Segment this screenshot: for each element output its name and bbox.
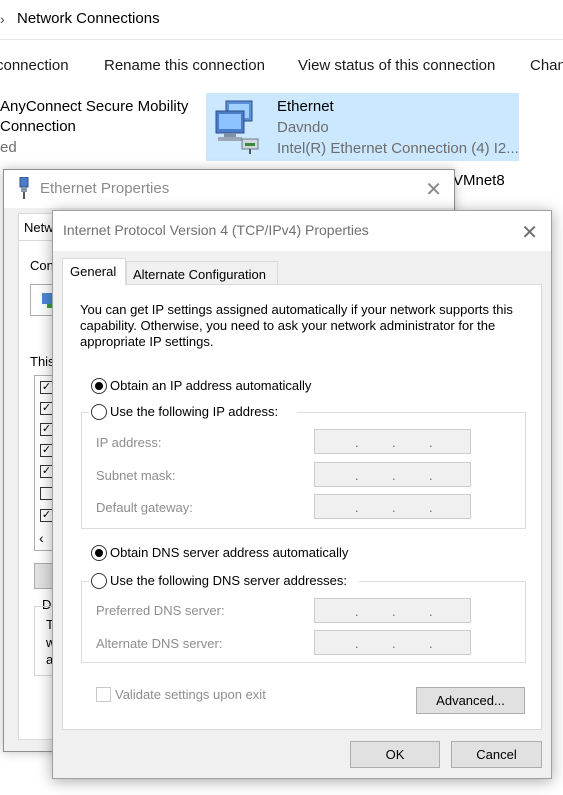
breadcrumb-title[interactable]: Network Connections — [17, 10, 160, 27]
default-gateway-field[interactable]: ... — [314, 494, 471, 519]
intro-text: You can get IP settings assigned automat… — [80, 302, 513, 349]
use-following-ip-label[interactable]: Use the following IP address: — [110, 404, 278, 419]
ethernet-adapter-icon — [19, 177, 29, 199]
network-computers-icon — [215, 100, 259, 154]
ok-button[interactable]: OK — [350, 741, 440, 768]
alternate-dns-field[interactable]: ... — [314, 630, 471, 655]
close-icon[interactable]: ✕ — [521, 220, 538, 245]
radio-selected-dot — [95, 382, 103, 390]
ethernet-device: Intel(R) Ethernet Connection (4) I2... — [277, 140, 519, 157]
default-gateway-label: Default gateway: — [96, 500, 193, 515]
alternate-dns-label: Alternate DNS server: — [96, 636, 223, 651]
breadcrumb: › Network Connections — [0, 0, 563, 40]
use-following-ip-radio[interactable] — [91, 404, 107, 420]
ethernet-name: Ethernet — [277, 98, 334, 115]
cmd-change-settings[interactable]: Chan — [530, 57, 563, 74]
obtain-dns-auto-radio[interactable] — [91, 545, 107, 561]
ipv4-dialog-title: Internet Protocol Version 4 (TCP/IPv4) P… — [63, 222, 369, 238]
ethernet-connection-tile[interactable]: Ethernet Davndo Intel(R) Ethernet Connec… — [206, 93, 519, 161]
ipv4-dialog-titlebar[interactable]: Internet Protocol Version 4 (TCP/IPv4) P… — [53, 211, 551, 251]
radio-selected-dot — [95, 549, 103, 557]
cmd-connection[interactable]: connection — [0, 57, 69, 74]
tab-networking-label: Netw — [24, 220, 54, 235]
ipv4-properties-dialog: Internet Protocol Version 4 (TCP/IPv4) P… — [52, 210, 552, 779]
anyconnect-status: ed — [0, 139, 17, 156]
ip-address-field[interactable]: ... — [314, 429, 471, 454]
ip-address-label: IP address: — [96, 435, 162, 450]
use-following-dns-radio[interactable] — [91, 573, 107, 589]
items-list-label: This — [30, 354, 55, 369]
anyconnect-subtitle: Connection — [0, 118, 76, 135]
tab-alternate-label: Alternate Configuration — [133, 267, 266, 282]
ethernet-properties-titlebar[interactable]: Ethernet Properties ✕ — [4, 170, 454, 208]
cmd-view-status[interactable]: View status of this connection — [298, 57, 495, 74]
obtain-dns-auto-label[interactable]: Obtain DNS server address automatically — [110, 545, 348, 560]
preferred-dns-field[interactable]: ... — [314, 598, 471, 623]
general-panel: You can get IP settings assigned automat… — [62, 284, 542, 730]
tab-alternate-configuration[interactable]: Alternate Configuration — [126, 261, 278, 286]
validate-settings-label[interactable]: Validate settings upon exit — [115, 687, 266, 702]
use-following-dns-label[interactable]: Use the following DNS server addresses: — [110, 573, 347, 588]
cancel-button[interactable]: Cancel — [451, 741, 542, 768]
connect-using-label: Con — [30, 258, 54, 273]
tab-general[interactable]: General — [62, 258, 126, 285]
command-bar: connection Rename this connection View s… — [0, 40, 563, 87]
obtain-ip-auto-label[interactable]: Obtain an IP address automatically — [110, 378, 311, 393]
subnet-mask-field[interactable]: ... — [314, 462, 471, 487]
breadcrumb-chevron-icon[interactable]: › — [0, 11, 5, 27]
close-icon[interactable]: ✕ — [425, 177, 442, 202]
preferred-dns-label: Preferred DNS server: — [96, 603, 225, 618]
cmd-rename-connection[interactable]: Rename this connection — [104, 57, 265, 74]
ethernet-domain: Davndo — [277, 119, 329, 136]
validate-settings-checkbox[interactable] — [96, 687, 111, 702]
obtain-ip-auto-radio[interactable] — [91, 378, 107, 394]
vmnet8-name[interactable]: VMnet8 — [453, 172, 505, 189]
subnet-mask-label: Subnet mask: — [96, 468, 176, 483]
advanced-button[interactable]: Advanced... — [416, 687, 525, 714]
anyconnect-name[interactable]: AnyConnect Secure Mobility — [0, 98, 188, 115]
ethernet-properties-title: Ethernet Properties — [40, 180, 170, 197]
tab-general-label: General — [70, 264, 117, 279]
scroll-left-icon[interactable]: ‹ — [39, 530, 44, 546]
